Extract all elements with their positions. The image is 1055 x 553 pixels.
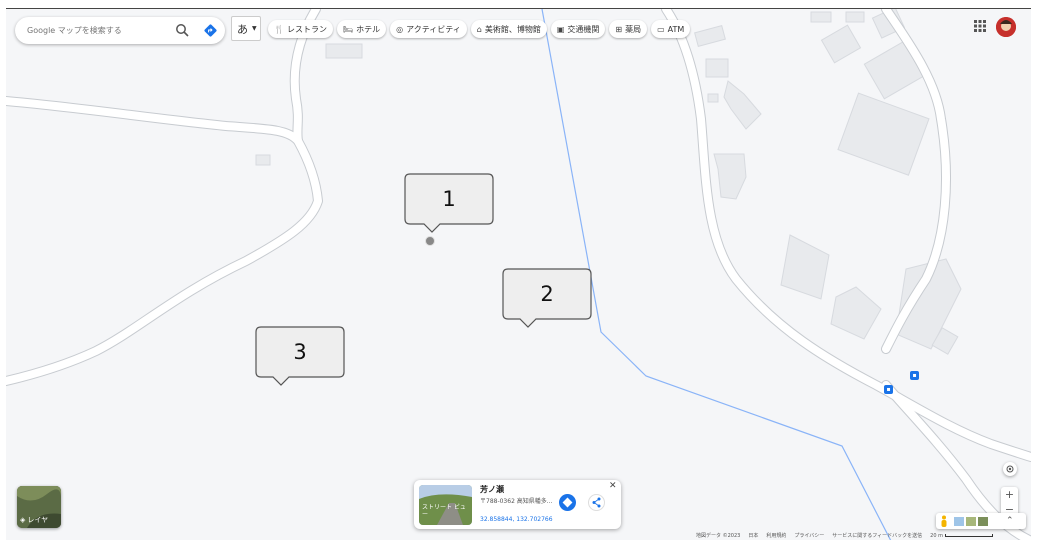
category-chips: 🍴 レストラン 🛏 ホテル ◎ アクティビティ ⌂ 美術館、博物館 ▣ 交通機関 ⊞ 薬局 … bbox=[268, 20, 691, 38]
my-location-icon bbox=[1006, 465, 1014, 473]
chip-label: レストラン bbox=[286, 24, 327, 34]
chip-hotel[interactable]: 🛏 ホテル bbox=[336, 20, 387, 38]
place-address: 〒788-0362 高知県幡多... bbox=[480, 498, 553, 505]
pegman-icon[interactable] bbox=[940, 515, 948, 527]
place-coordinates[interactable]: 32.858844, 132.702766 bbox=[480, 516, 553, 523]
expand-icon[interactable]: ⌃ bbox=[1006, 516, 1014, 526]
chip-label: ホテル bbox=[356, 24, 381, 34]
scale-label: 20 m bbox=[930, 532, 943, 539]
map-data-credit: 地図データ ©2023 bbox=[696, 533, 741, 539]
zoom-in-button[interactable]: + bbox=[1001, 487, 1018, 502]
chip-label: ATM bbox=[667, 24, 685, 34]
scale-bar[interactable]: 20 m bbox=[930, 532, 993, 539]
chip-museums[interactable]: ⌂ 美術館、博物館 bbox=[470, 20, 547, 38]
share-button[interactable] bbox=[588, 494, 605, 511]
bottom-layer-strip: ⌃ bbox=[936, 513, 1026, 529]
map-footer: 地図データ ©2023 日本 利用規約 プライバシー サービスに関するフィードバ… bbox=[696, 532, 993, 539]
callout-1: 1 bbox=[404, 173, 494, 233]
chip-pharmacy[interactable]: ⊞ 薬局 bbox=[609, 20, 648, 38]
chip-restaurant[interactable]: 🍴 レストラン bbox=[268, 20, 333, 38]
my-location-button[interactable] bbox=[1003, 462, 1017, 476]
chip-label: 薬局 bbox=[625, 24, 642, 34]
scale-line bbox=[945, 534, 993, 537]
chip-label: 美術館、博物館 bbox=[484, 24, 541, 34]
apps-grid-icon[interactable] bbox=[974, 20, 986, 32]
buildings bbox=[255, 9, 962, 355]
chip-atm[interactable]: ▭ ATM bbox=[651, 20, 691, 38]
place-pin-icon[interactable] bbox=[425, 236, 435, 246]
street-view-thumbnail[interactable]: ストリート ビュー bbox=[419, 485, 472, 525]
avatar-icon bbox=[996, 17, 1016, 37]
chip-label: 交通機関 bbox=[567, 24, 600, 34]
camera-icon: ◎ bbox=[396, 24, 404, 34]
atm-icon: ▭ bbox=[657, 24, 665, 34]
museum-icon: ⌂ bbox=[476, 24, 482, 34]
layers-button[interactable]: ◈ レイヤ bbox=[17, 486, 61, 528]
search-icon[interactable] bbox=[175, 23, 189, 37]
input-tools-label: あ bbox=[237, 22, 248, 36]
restaurant-icon: 🍴 bbox=[274, 24, 284, 34]
feedback-link[interactable]: サービスに関するフィードバックを送信 bbox=[832, 532, 922, 539]
directions-icon bbox=[562, 497, 573, 508]
callout-label: 1 bbox=[442, 187, 456, 211]
chip-label: アクティビティ bbox=[406, 24, 461, 34]
close-icon[interactable]: ✕ bbox=[609, 481, 617, 491]
layers-label: ◈ レイヤ bbox=[20, 515, 48, 525]
map-canvas[interactable]: あ ▼ 🍴レストラン 🛏ホテル ◎アクティビティ ⌂美術館、博物館 ▣交通機関 … bbox=[6, 8, 1031, 540]
privacy-link[interactable]: プライバシー bbox=[794, 532, 824, 539]
place-card[interactable]: ストリート ビュー 芳ノ瀬 〒788-0362 高知県幡多... 32.8588… bbox=[414, 480, 621, 529]
bus-stop-icon[interactable]: ▪ bbox=[910, 371, 919, 380]
chip-transit[interactable]: ▣ 交通機関 bbox=[550, 20, 606, 38]
input-tools-button[interactable]: あ ▼ bbox=[231, 16, 261, 41]
river-line bbox=[541, 9, 892, 540]
search-input[interactable] bbox=[27, 26, 157, 35]
place-name: 芳ノ瀬 bbox=[480, 485, 504, 494]
callout-label: 2 bbox=[540, 282, 554, 306]
transit-icon: ▣ bbox=[556, 24, 565, 34]
callout-3: 3 bbox=[255, 326, 345, 386]
layer-thumbnails[interactable] bbox=[954, 516, 988, 526]
country-link[interactable]: 日本 bbox=[748, 532, 758, 539]
directions-button[interactable] bbox=[559, 494, 576, 511]
chip-activities[interactable]: ◎ アクティビティ bbox=[390, 20, 467, 38]
callout-label: 3 bbox=[293, 340, 307, 364]
street-view-label: ストリート ビュー bbox=[422, 504, 466, 518]
layers-icon: ◈ bbox=[20, 516, 26, 524]
share-icon bbox=[592, 497, 601, 508]
layers-text: レイヤ bbox=[27, 516, 49, 524]
search-box[interactable] bbox=[15, 17, 225, 44]
directions-icon[interactable] bbox=[203, 23, 218, 38]
callout-2: 2 bbox=[502, 268, 592, 328]
chevron-down-icon: ▼ bbox=[252, 25, 257, 32]
pharmacy-icon: ⊞ bbox=[615, 24, 623, 34]
hotel-icon: 🛏 bbox=[342, 24, 354, 34]
account-avatar[interactable] bbox=[996, 17, 1016, 37]
terms-link[interactable]: 利用規約 bbox=[766, 532, 786, 539]
bus-stop-icon[interactable]: ▪ bbox=[884, 385, 893, 394]
